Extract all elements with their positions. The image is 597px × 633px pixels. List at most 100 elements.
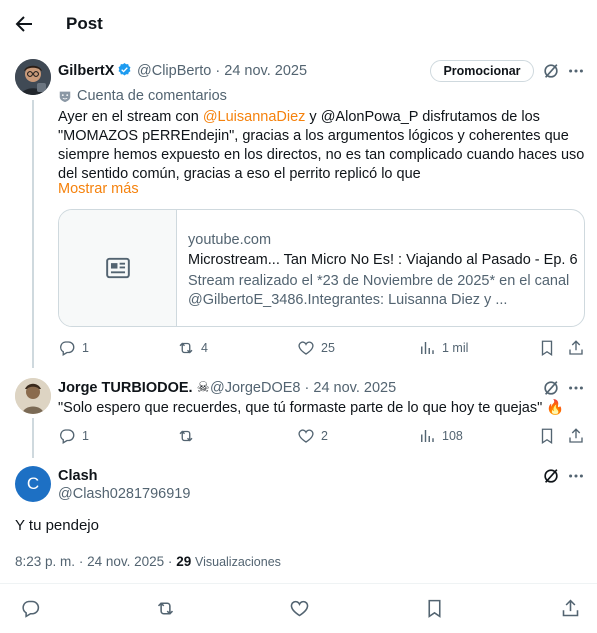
- avatar-letter: C: [26, 474, 40, 493]
- views-icon: [418, 339, 436, 357]
- grok-icon[interactable]: [541, 61, 561, 81]
- views-count: 1 mil: [442, 341, 469, 355]
- author-name[interactable]: GilbertX: [58, 62, 132, 80]
- bookmark-icon: [424, 598, 445, 619]
- meta-separator: ·: [78, 554, 84, 569]
- share-icon: [567, 339, 585, 357]
- post-meta: @JorgeDOE8 · 24 nov. 2025: [210, 379, 396, 397]
- bookmark-button[interactable]: [424, 598, 445, 619]
- share-icon: [567, 427, 585, 445]
- card-domain: youtube.com: [188, 232, 272, 248]
- views-button[interactable]: 1 mil: [418, 339, 468, 357]
- bookmark-button[interactable]: [538, 339, 556, 357]
- author-name-text: GilbertX: [58, 63, 115, 79]
- post-date[interactable]: 24 nov. 2025: [313, 380, 396, 396]
- meta-separator: ·: [304, 380, 310, 396]
- community-label: Cuenta de comentarios: [77, 88, 227, 104]
- author-name[interactable]: Jorge TURBIODOE. ☠: [58, 379, 210, 397]
- views-count: 29: [176, 554, 192, 569]
- avatar[interactable]: [15, 378, 51, 414]
- reply-icon: [20, 598, 41, 619]
- reply-icon: [58, 427, 76, 445]
- bookmark-icon: [538, 427, 556, 445]
- author-handle[interactable]: @JorgeDOE8: [210, 380, 300, 396]
- thread-line: [32, 100, 34, 368]
- post-time[interactable]: 8:23 p. m.: [15, 554, 75, 569]
- repost-count: 4: [201, 341, 208, 355]
- more-icon[interactable]: [566, 466, 586, 486]
- divider: [0, 583, 597, 584]
- share-button[interactable]: [567, 339, 585, 357]
- like-button[interactable]: 2: [297, 427, 328, 445]
- post-text: Ayer en el stream con @LuisannaDiez y @A…: [58, 108, 588, 184]
- like-button[interactable]: 25: [297, 339, 335, 357]
- like-count: 2: [321, 429, 328, 443]
- bookmark-button[interactable]: [538, 427, 556, 445]
- views-label: Visualizaciones: [194, 555, 281, 569]
- like-count: 25: [321, 341, 335, 355]
- fire-icon: 🔥: [546, 400, 565, 416]
- post-meta: @ClipBerto · 24 nov. 2025: [137, 62, 307, 80]
- author-name[interactable]: Clash: [58, 467, 98, 485]
- repost-button[interactable]: [155, 598, 176, 619]
- meta-separator: ·: [215, 63, 221, 79]
- verified-badge-icon: [117, 62, 132, 77]
- reply-count: 1: [82, 429, 89, 443]
- show-more-link[interactable]: Mostrar más: [58, 181, 139, 197]
- share-button[interactable]: [567, 427, 585, 445]
- text-part: y @AlonPowa_P disfrutamos de los: [305, 109, 540, 125]
- reply-count: 1: [82, 341, 89, 355]
- more-icon[interactable]: [566, 378, 586, 398]
- reply-button[interactable]: 1: [58, 427, 89, 445]
- skull-icon: ☠: [196, 380, 210, 396]
- meta-separator: ·: [167, 554, 173, 569]
- article-icon: [105, 255, 131, 281]
- text-line: "MOMAZOS pERREndejin", gracias a los arg…: [58, 128, 569, 144]
- main-post-text: Y tu pendejo: [15, 517, 99, 534]
- post-date[interactable]: 24 nov. 2025: [87, 554, 164, 569]
- community-icon: [58, 89, 72, 103]
- bookmark-icon: [538, 339, 556, 357]
- card-desc-line: @GilbertoE_3486.Integrantes: Luisanna Di…: [188, 292, 508, 308]
- mention-link[interactable]: @LuisannaDiez: [203, 109, 306, 125]
- avatar[interactable]: C: [15, 466, 51, 502]
- reply-button[interactable]: 1: [58, 339, 89, 357]
- views-count: 108: [442, 429, 463, 443]
- community-note[interactable]: Cuenta de comentarios: [58, 87, 227, 105]
- thread-line: [32, 418, 34, 458]
- post-text-content: "Solo espero que recuerdes, que tú forma…: [58, 400, 543, 416]
- like-icon: [289, 598, 310, 619]
- more-icon[interactable]: [566, 61, 586, 81]
- post-timestamp-row: 8:23 p. m. · 24 nov. 2025 · 29 Visualiza…: [15, 553, 281, 571]
- like-icon: [297, 339, 315, 357]
- post-date[interactable]: 24 nov. 2025: [224, 63, 307, 79]
- post-text: "Solo espero que recuerdes, que tú forma…: [58, 399, 564, 418]
- like-icon: [297, 427, 315, 445]
- views-button[interactable]: 108: [418, 427, 463, 445]
- card-description: Stream realizado el *23 de Noviembre de …: [188, 272, 578, 310]
- reply-icon: [58, 339, 76, 357]
- text-line: siempre hemos expuesto en los directos, …: [58, 147, 585, 163]
- reply-button[interactable]: [20, 598, 41, 619]
- promote-button[interactable]: Promocionar: [430, 60, 534, 82]
- link-preview-card[interactable]: youtube.com Microstream... Tan Micro No …: [58, 209, 585, 327]
- grok-icon[interactable]: [541, 378, 561, 398]
- repost-button[interactable]: 4: [177, 339, 208, 357]
- repost-icon: [177, 427, 195, 445]
- author-handle[interactable]: @Clash0281796919: [58, 485, 190, 503]
- repost-icon: [155, 598, 176, 619]
- repost-button[interactable]: [177, 427, 201, 445]
- back-arrow-icon[interactable]: [12, 12, 38, 38]
- share-icon: [560, 598, 581, 619]
- text-part: Ayer en el stream con: [58, 109, 203, 125]
- views-icon: [418, 427, 436, 445]
- avatar[interactable]: [15, 59, 51, 95]
- share-button[interactable]: [560, 598, 581, 619]
- author-name-text: Jorge TURBIODOE.: [58, 380, 193, 396]
- grok-icon[interactable]: [541, 466, 561, 486]
- card-title: Microstream... Tan Micro No Es! : Viajan…: [188, 252, 578, 268]
- card-desc-line: Stream realizado el *23 de Noviembre de …: [188, 273, 570, 289]
- like-button[interactable]: [289, 598, 310, 619]
- author-handle[interactable]: @ClipBerto: [137, 63, 211, 79]
- page-title: Post: [66, 14, 103, 33]
